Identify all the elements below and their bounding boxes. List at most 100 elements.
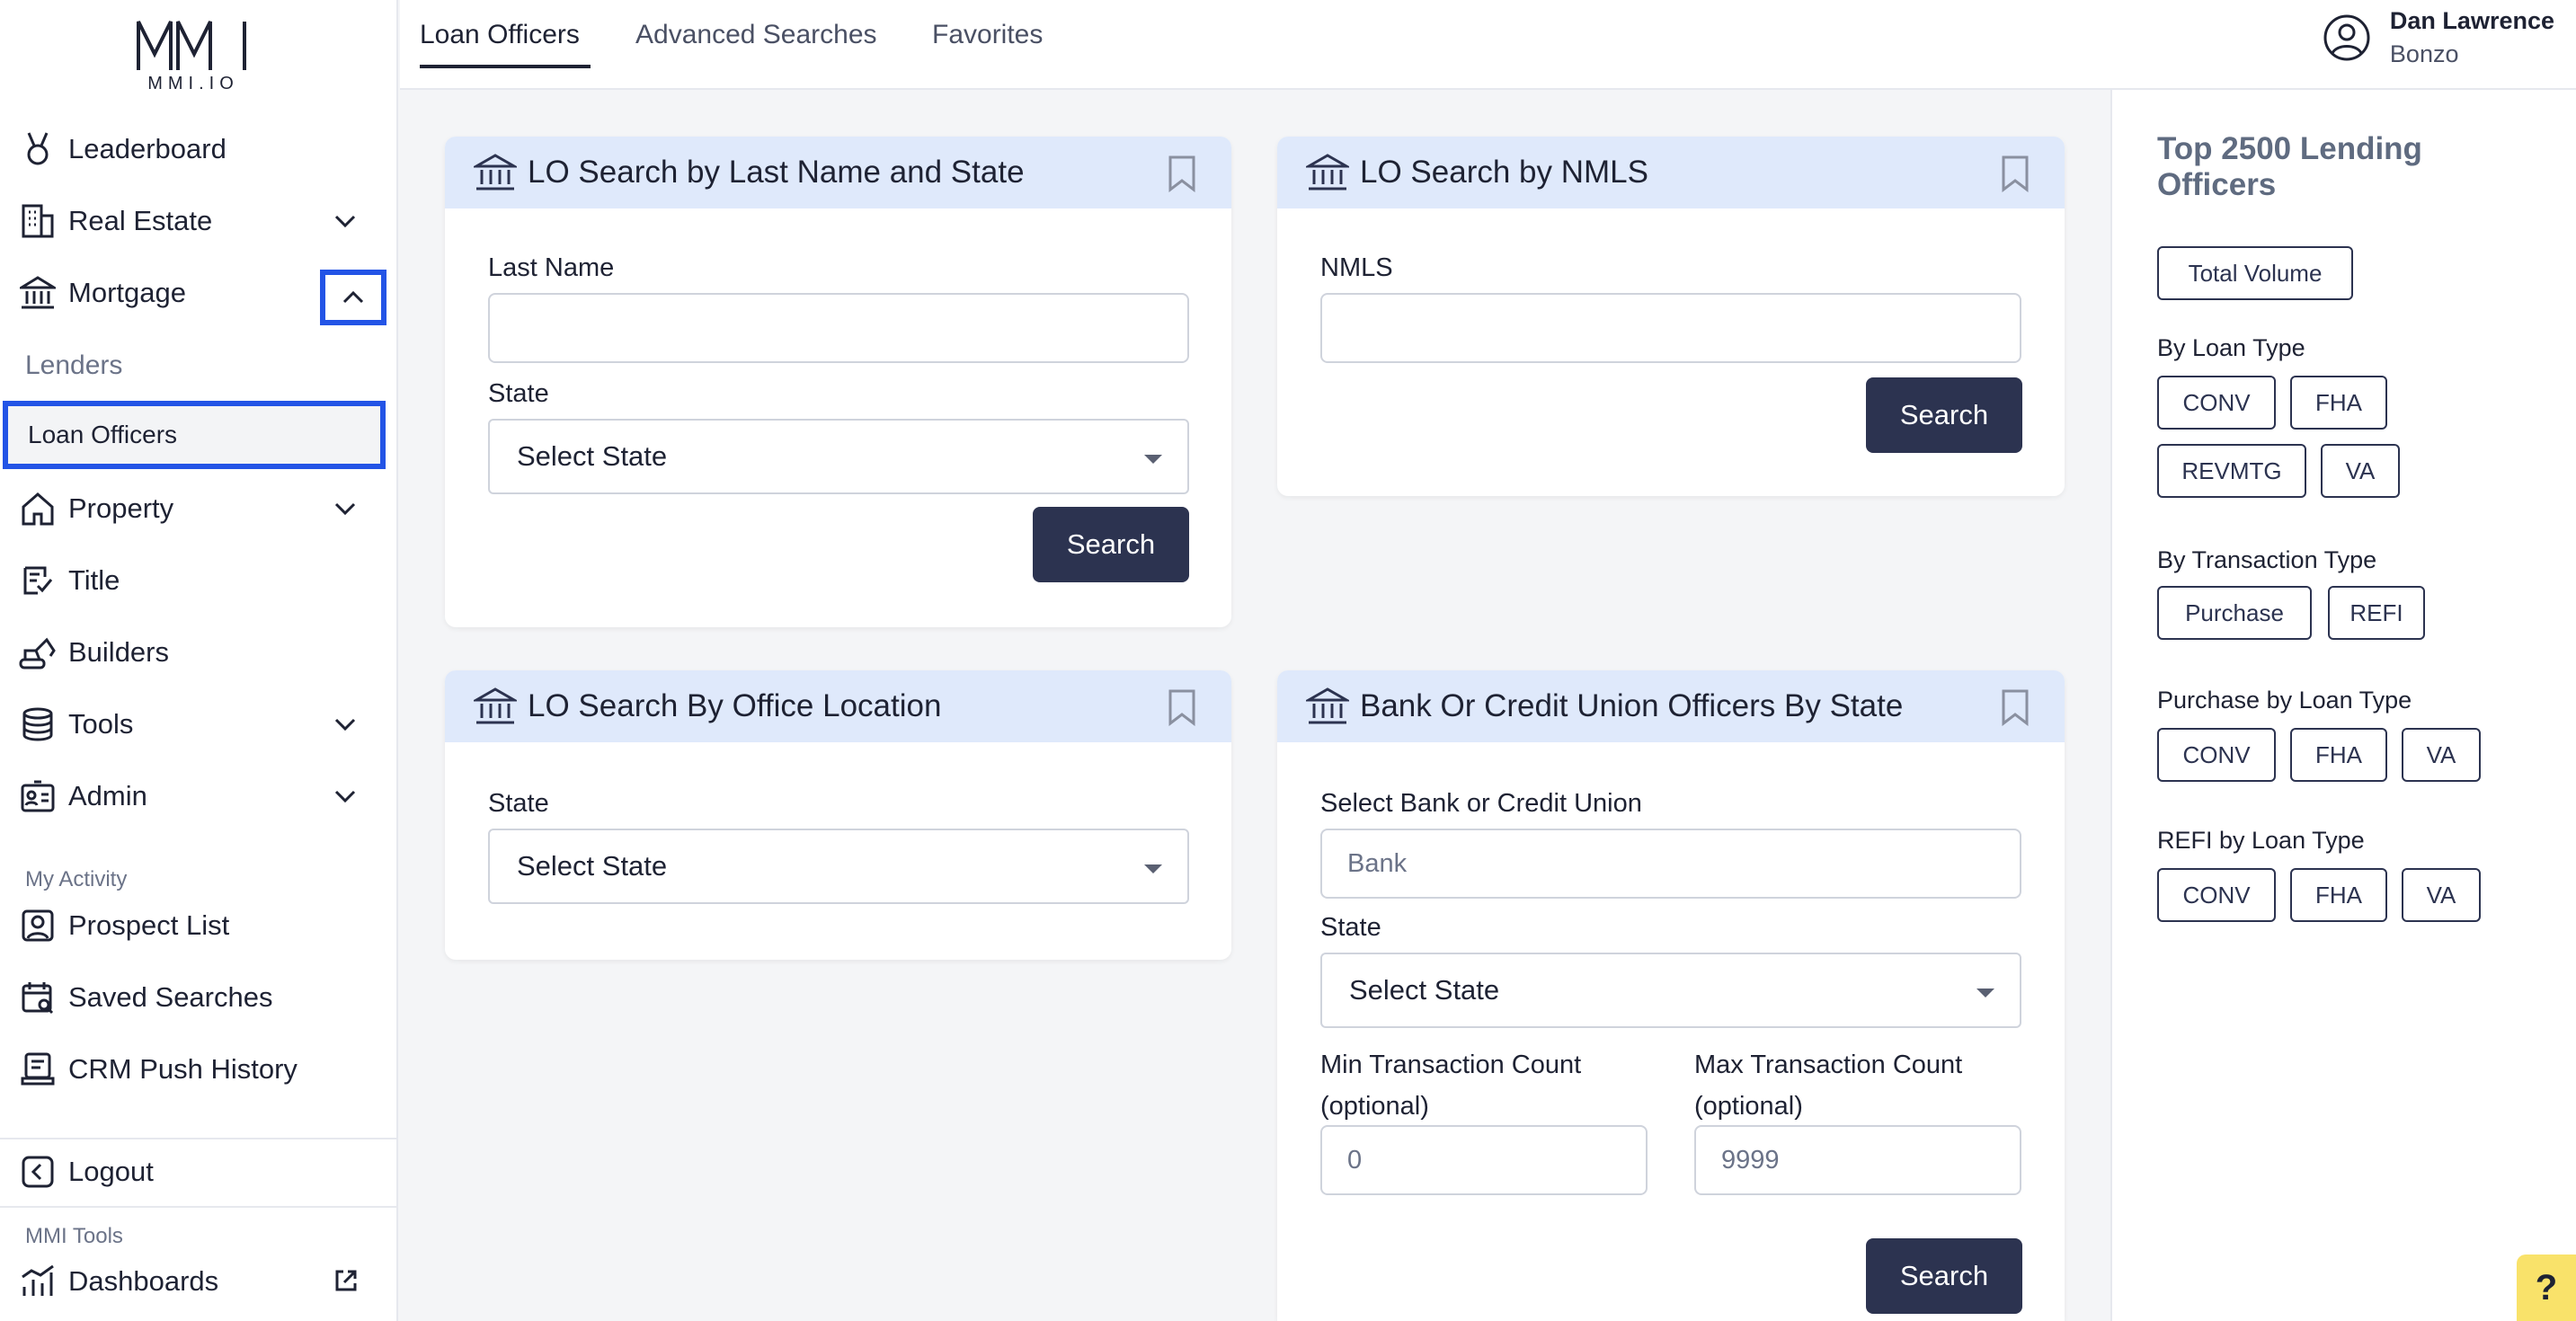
min-transaction-count-input[interactable]: 0 — [1320, 1125, 1648, 1195]
bank-input[interactable]: Bank — [1320, 829, 2021, 899]
bank-icon — [1306, 154, 1349, 191]
chip-fha[interactable]: FHA — [2290, 376, 2387, 430]
bookmark-icon[interactable] — [2000, 155, 2030, 192]
tab-favorites[interactable]: Favorites — [932, 20, 1043, 50]
chevron-down-icon[interactable] — [331, 782, 360, 811]
sidebar-item-builders[interactable]: Builders — [18, 625, 386, 679]
chip-refi-fha[interactable]: FHA — [2290, 868, 2387, 922]
sidebar-item-label: Builders — [68, 636, 169, 668]
state-select[interactable]: Select State — [488, 419, 1189, 494]
card-title: Bank Or Credit Union Officers By State — [1360, 688, 1904, 723]
user-square-icon — [18, 906, 58, 945]
chip-revmtg[interactable]: REVMTG — [2157, 444, 2306, 498]
bookmark-icon[interactable] — [2000, 688, 2030, 726]
excavator-icon — [18, 633, 58, 672]
sidebar-item-label: Dashboards — [68, 1265, 219, 1297]
last-name-input[interactable] — [488, 293, 1189, 363]
chip-purchase-va[interactable]: VA — [2402, 728, 2481, 782]
refi-by-loan-type-label: REFI by Loan Type — [2157, 827, 2365, 854]
panel-title: Top 2500 Lending Officers — [2157, 131, 2422, 202]
state-label: State — [488, 379, 549, 408]
sidebar-item-prospect-list[interactable]: Prospect List — [18, 899, 386, 953]
mortgage-collapse-toggle[interactable] — [320, 270, 386, 325]
state-select[interactable]: Select State — [1320, 953, 2021, 1028]
bookmark-icon[interactable] — [1167, 155, 1197, 192]
chip-purchase[interactable]: Purchase — [2157, 586, 2312, 640]
sidebar-item-label: Admin — [68, 780, 147, 811]
chevron-down-icon[interactable] — [331, 207, 360, 235]
tab-advanced-searches[interactable]: Advanced Searches — [635, 20, 877, 50]
card-title: LO Search by NMLS — [1360, 155, 1648, 190]
bank-icon — [474, 154, 517, 191]
sidebar-item-saved-searches[interactable]: Saved Searches — [18, 971, 386, 1024]
search-button[interactable]: Search — [1033, 507, 1189, 582]
by-loan-type-label: By Loan Type — [2157, 334, 2305, 361]
nmls-input[interactable] — [1320, 293, 2021, 363]
bank-icon — [1306, 687, 1349, 724]
state-select-value: Select State — [517, 440, 668, 472]
user-menu[interactable]: Dan Lawrence Bonzo — [2322, 7, 2554, 68]
chevron-down-icon[interactable] — [331, 494, 360, 523]
chip-refi-conv[interactable]: CONV — [2157, 868, 2276, 922]
external-link-icon[interactable] — [333, 1267, 360, 1294]
search-button[interactable]: Search — [1866, 377, 2022, 453]
state-select[interactable]: Select State — [488, 829, 1189, 904]
caret-down-icon — [1144, 864, 1162, 873]
search-button[interactable]: Search — [1866, 1238, 2022, 1314]
logout-button[interactable]: Logout — [18, 1145, 386, 1199]
user-org: Bonzo — [2389, 40, 2459, 67]
state-select-value: Select State — [1349, 974, 1500, 1006]
tab-loan-officers[interactable]: Loan Officers — [420, 20, 580, 50]
card-title: LO Search By Office Location — [528, 688, 942, 723]
medal-icon — [18, 129, 58, 169]
sidebar-item-admin[interactable]: Admin — [18, 769, 386, 823]
bookmark-icon[interactable] — [1167, 688, 1197, 726]
card-lo-search-office-location: LO Search By Office Location State Selec… — [445, 670, 1231, 960]
min-transaction-count-label: Min Transaction Count (optional) — [1320, 1044, 1581, 1127]
chevron-down-icon[interactable] — [331, 710, 360, 739]
sidebar-item-crm-push-history[interactable]: CRM Push History — [18, 1042, 386, 1096]
chip-purchase-fha[interactable]: FHA — [2290, 728, 2387, 782]
state-label: State — [488, 789, 549, 818]
sidebar-item-real-estate[interactable]: Real Estate — [18, 194, 386, 248]
state-select-value: Select State — [517, 850, 668, 882]
sidebar-item-label: Tools — [68, 708, 134, 740]
max-label-line-2: (optional) — [1694, 1092, 1803, 1121]
sidebar-subitem-lenders[interactable]: Lenders — [25, 350, 122, 381]
calendar-search-icon — [18, 978, 58, 1017]
caret-down-icon — [1144, 455, 1162, 464]
sidebar-item-label: Prospect List — [68, 909, 230, 941]
chip-total-volume[interactable]: Total Volume — [2157, 246, 2353, 300]
chip-refi[interactable]: REFI — [2328, 586, 2425, 640]
logout-label: Logout — [68, 1156, 154, 1187]
chip-refi-va[interactable]: VA — [2402, 868, 2481, 922]
home-icon — [18, 489, 58, 528]
crm-icon — [18, 1050, 58, 1089]
user-avatar-icon — [2323, 14, 2370, 61]
sidebar-divider — [0, 1138, 398, 1139]
sidebar-item-tools[interactable]: Tools — [18, 697, 386, 751]
sidebar-item-label: Real Estate — [68, 205, 213, 236]
card-header: LO Search by Last Name and State — [445, 137, 1231, 208]
chip-purchase-conv[interactable]: CONV — [2157, 728, 2276, 782]
bar-chart-icon — [18, 1262, 58, 1301]
chip-conv[interactable]: CONV — [2157, 376, 2276, 430]
bank-icon — [474, 687, 517, 724]
card-bank-credit-union-officers: Bank Or Credit Union Officers By State S… — [1277, 670, 2065, 1321]
chip-va[interactable]: VA — [2321, 444, 2400, 498]
sidebar-item-leaderboard[interactable]: Leaderboard — [18, 122, 386, 176]
sidebar-item-dashboards[interactable]: Dashboards — [18, 1255, 386, 1308]
mmi-tools-label: MMI Tools — [25, 1224, 123, 1248]
sidebar-item-property[interactable]: Property — [18, 482, 386, 536]
chevron-left-box-icon — [18, 1152, 58, 1192]
id-card-icon — [18, 776, 58, 816]
sidebar-item-title[interactable]: Title — [18, 554, 386, 607]
sidebar-subitem-label: Loan Officers — [28, 421, 178, 448]
mmi-logo[interactable]: MMI.IO — [135, 18, 252, 93]
sidebar: MMI.IO Leaderboard Real Estate Mortgage … — [0, 0, 398, 1321]
max-transaction-count-input[interactable]: 9999 — [1694, 1125, 2021, 1195]
card-title: LO Search by Last Name and State — [528, 155, 1025, 190]
help-button[interactable]: ? — [2517, 1255, 2576, 1321]
purchase-by-loan-type-label: Purchase by Loan Type — [2157, 687, 2412, 714]
sidebar-subitem-loan-officers[interactable]: Loan Officers — [3, 401, 386, 469]
